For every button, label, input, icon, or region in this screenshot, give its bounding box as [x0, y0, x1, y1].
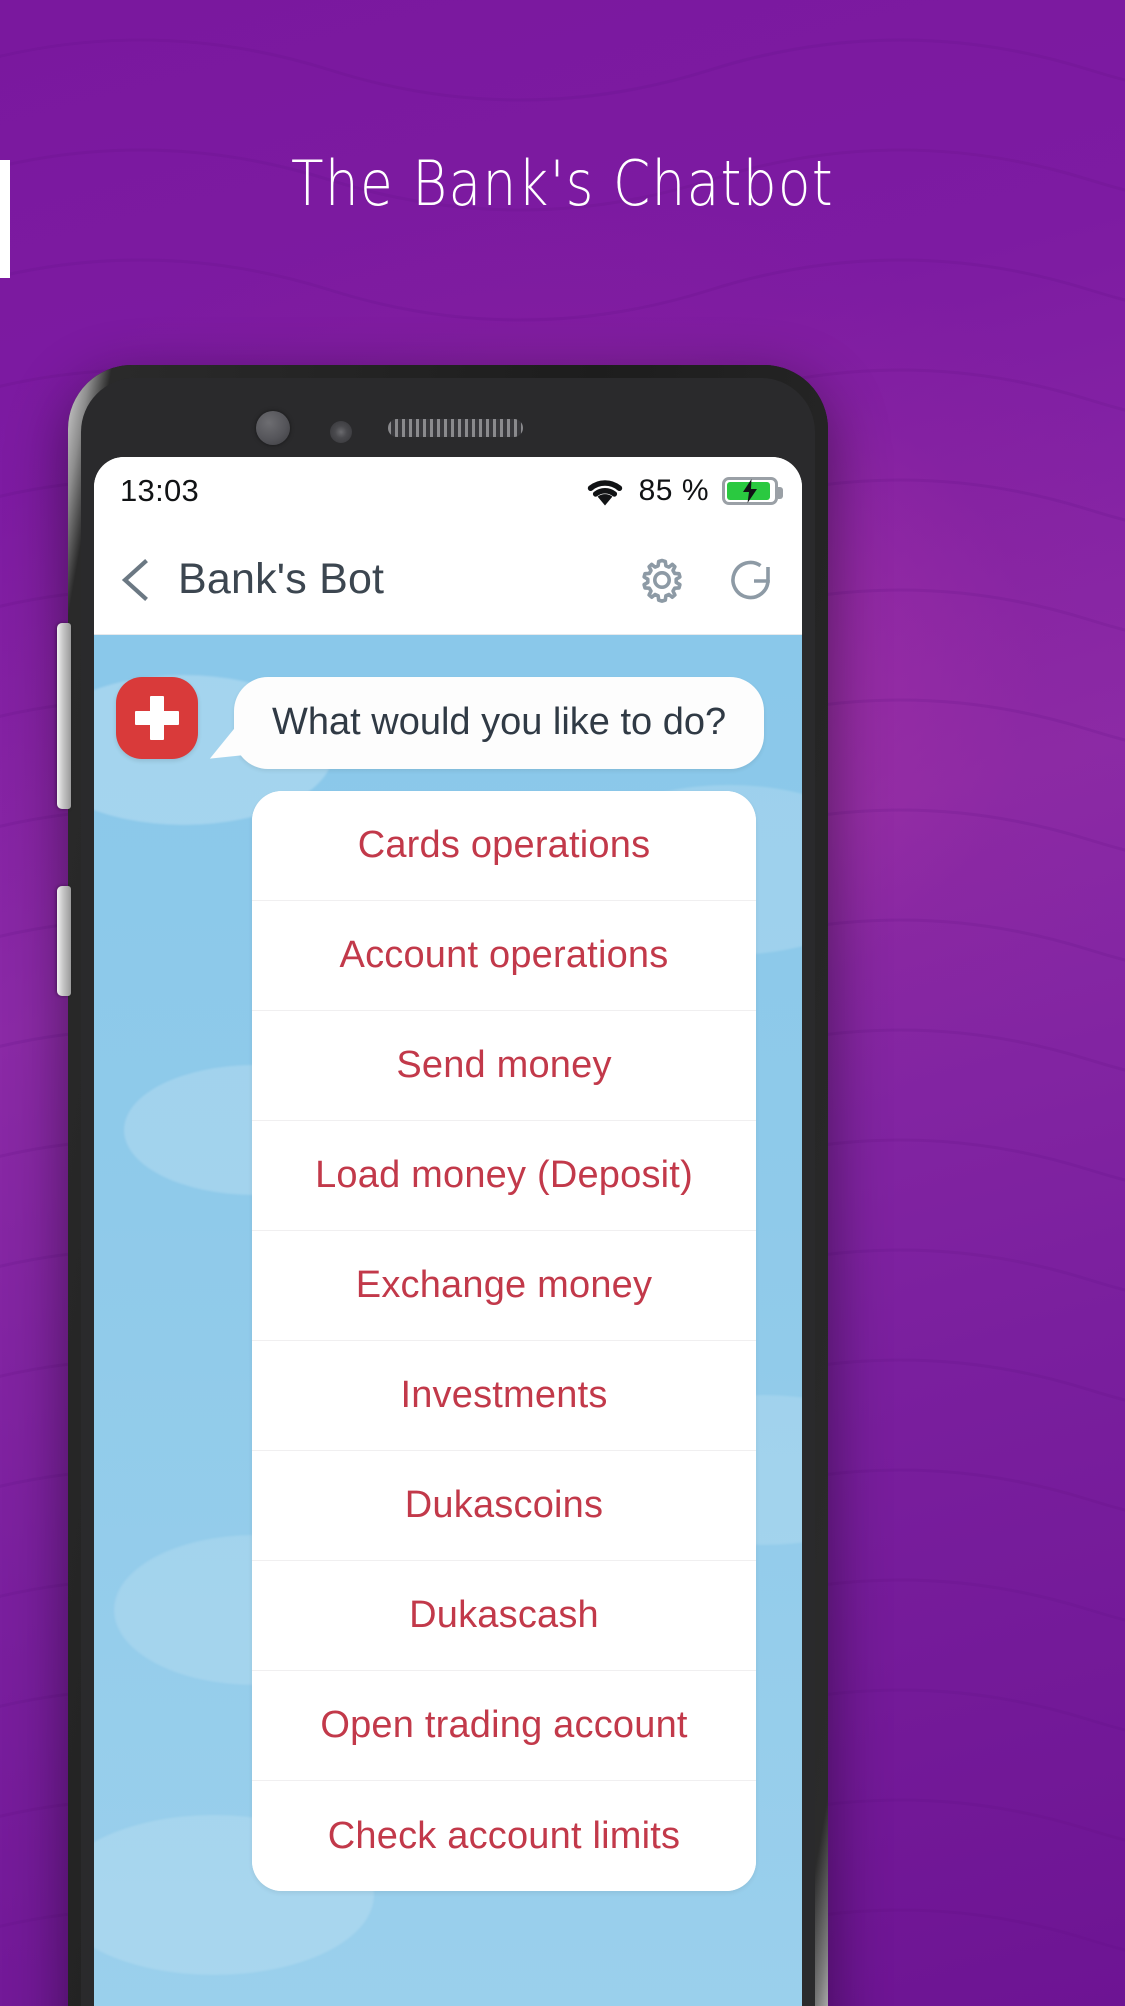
avatar — [116, 677, 198, 759]
option-open-trading-account[interactable]: Open trading account — [252, 1671, 756, 1781]
bot-message-row: What would you like to do? — [94, 635, 802, 769]
option-check-account-limits[interactable]: Check account limits — [252, 1781, 756, 1891]
swiss-cross-icon — [135, 696, 179, 740]
battery-icon — [722, 477, 783, 505]
battery-percent-label: 85 % — [638, 474, 709, 507]
earpiece-speaker-icon — [388, 419, 523, 437]
gear-icon[interactable] — [634, 552, 690, 608]
option-investments[interactable]: Investments — [252, 1341, 756, 1451]
proximity-sensor-icon — [330, 421, 352, 443]
option-dukascash[interactable]: Dukascash — [252, 1561, 756, 1671]
phone-screen: 13:03 85 % Bank's Bot What would you lik… — [94, 457, 802, 2006]
bot-message-bubble: What would you like to do? — [206, 677, 765, 769]
promo-background: The Bank's Chatbot 13:03 85 % Bank's Bot… — [0, 0, 1125, 2006]
phone-mockup: 13:03 85 % Bank's Bot What would you lik… — [57, 365, 828, 2006]
status-indicators: 85 % — [584, 474, 783, 508]
bot-bubble-wrapper: What would you like to do? — [206, 677, 765, 769]
refresh-icon[interactable] — [722, 551, 780, 609]
app-header: Bank's Bot — [94, 525, 802, 635]
charging-bolt-icon — [743, 479, 757, 503]
back-chevron-icon[interactable] — [114, 557, 160, 603]
status-time: 13:03 — [120, 473, 200, 508]
option-cards-operations[interactable]: Cards operations — [252, 791, 756, 901]
status-bar: 13:03 85 % — [94, 457, 802, 525]
chat-body: What would you like to do? Cards operati… — [94, 635, 802, 2006]
wifi-icon — [587, 480, 622, 506]
volume-up-button[interactable] — [57, 623, 71, 809]
option-load-money-deposit[interactable]: Load money (Deposit) — [252, 1121, 756, 1231]
option-exchange-money[interactable]: Exchange money — [252, 1231, 756, 1341]
option-account-operations[interactable]: Account operations — [252, 901, 756, 1011]
bubble-tail — [206, 721, 244, 759]
option-send-money[interactable]: Send money — [252, 1011, 756, 1121]
option-dukascoins[interactable]: Dukascoins — [252, 1451, 756, 1561]
volume-down-button[interactable] — [57, 886, 71, 996]
left-edge-white-strip — [0, 160, 10, 278]
bot-message-text: What would you like to do? — [272, 701, 727, 743]
page-title: The Bank's Chatbot — [291, 147, 834, 220]
front-camera-icon — [256, 411, 290, 445]
header-actions — [634, 551, 780, 609]
app-title: Bank's Bot — [178, 555, 385, 603]
options-card: Cards operations Account operations Send… — [252, 791, 756, 1891]
